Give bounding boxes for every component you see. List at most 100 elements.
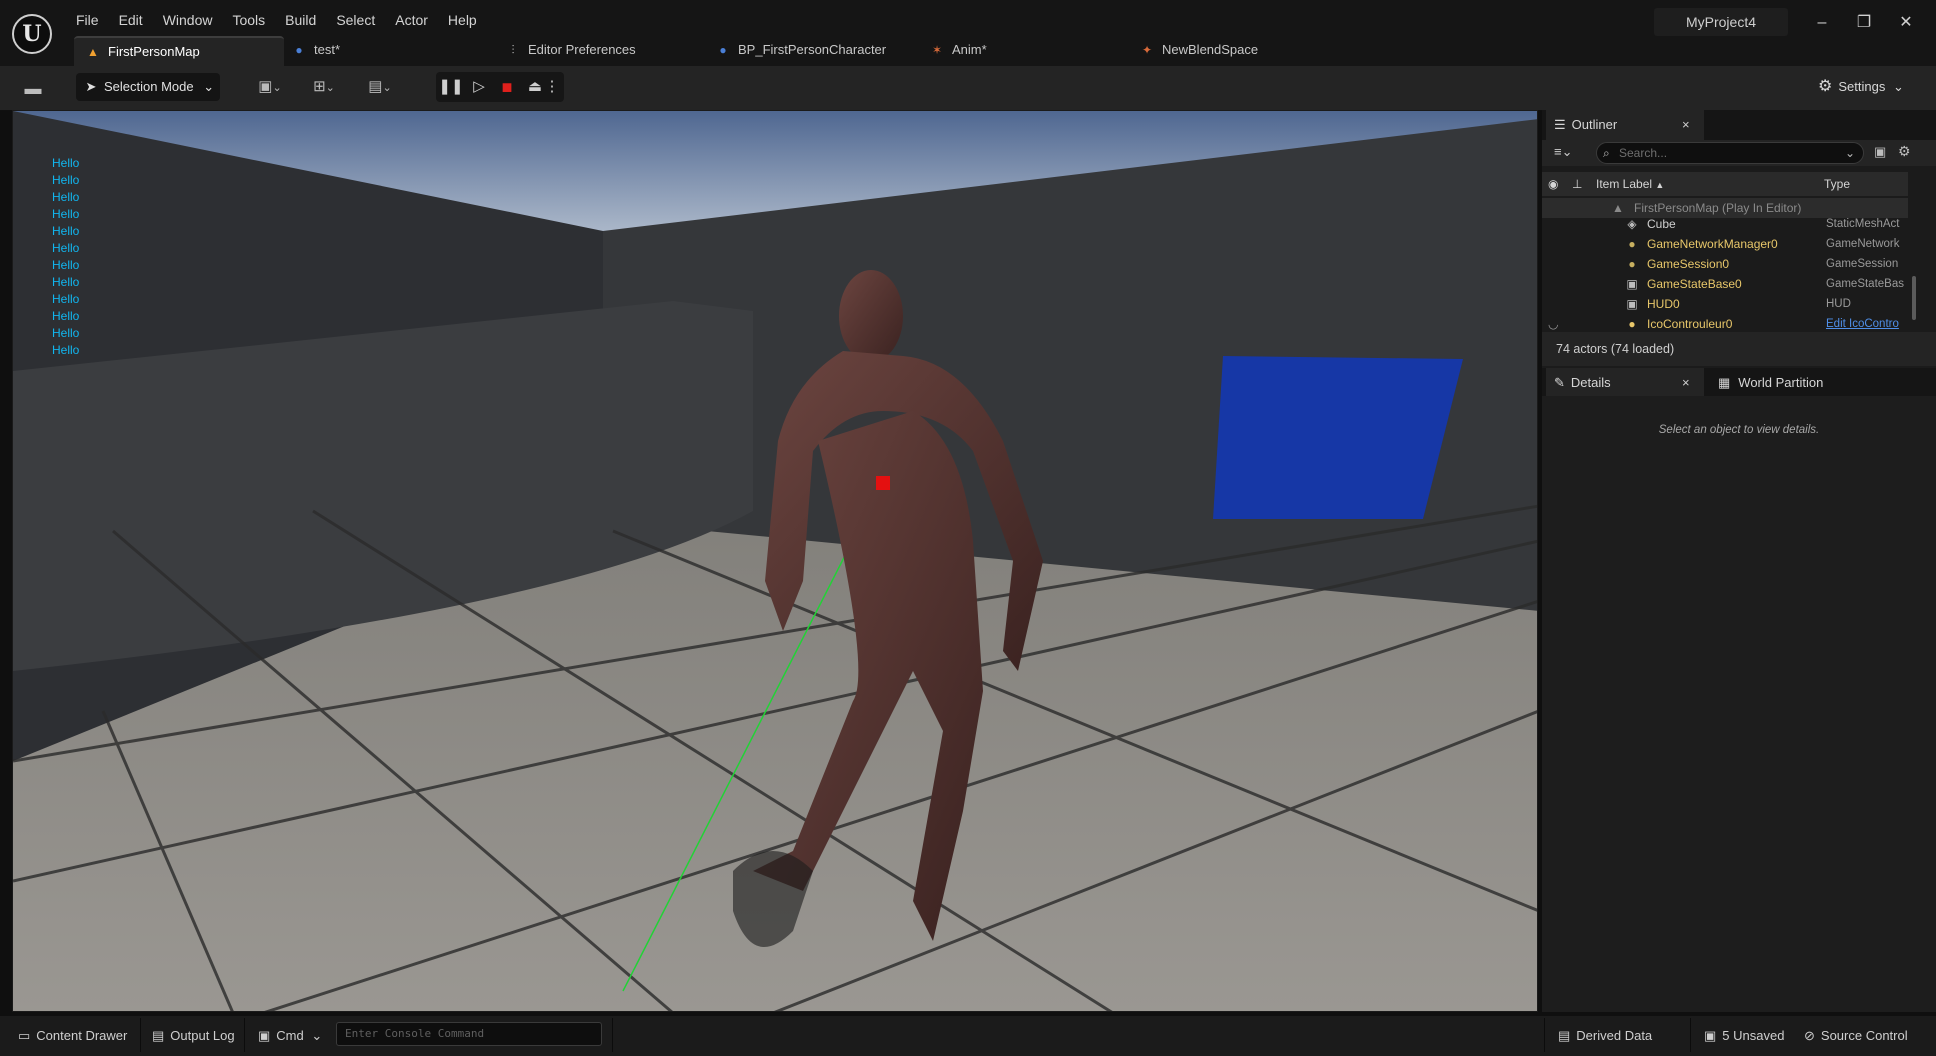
menu-build[interactable]: Build — [275, 10, 326, 30]
pause-button[interactable]: ❚❚ — [438, 72, 464, 102]
search-icon: ⌕ — [1603, 146, 1610, 160]
outliner-search-input[interactable]: ⌕ Search... ⌄ — [1596, 142, 1864, 164]
debug-print-line: Hello — [52, 326, 80, 340]
content-drawer-button[interactable]: ▭ Content Drawer — [18, 1022, 127, 1050]
tab-label: test* — [314, 42, 341, 57]
cursor-icon: ➤ — [85, 79, 97, 94]
divider — [1544, 1018, 1545, 1052]
source-control-button[interactable]: ⊘ Source Control — [1804, 1022, 1908, 1050]
output-log-label: Output Log — [170, 1028, 235, 1043]
visibility-eye-icon[interactable]: ◉ — [1548, 172, 1558, 196]
level-viewport[interactable]: Hello Hello Hello Hello Hello Hello Hell… — [12, 110, 1538, 1012]
tab-world-partition[interactable]: ▦ World Partition — [1710, 368, 1823, 398]
stop-button[interactable]: ■ — [494, 72, 520, 102]
tab-newblendspace[interactable]: ✦ NewBlendSpace — [1140, 36, 1258, 66]
terminal-icon: ▣ — [258, 1028, 271, 1043]
console-command-input[interactable]: Enter Console Command — [336, 1022, 602, 1046]
blueprint-icon: ● — [295, 43, 303, 57]
debug-print-line: Hello — [52, 258, 80, 272]
light-icon: ● — [1628, 317, 1636, 331]
pin-icon[interactable]: ⊥ — [1572, 172, 1582, 196]
tab-bp-firstpersoncharacter[interactable]: ● BP_FirstPersonCharacter — [716, 36, 886, 66]
cmd-dropdown[interactable]: ▣ Cmd ⌄ — [258, 1022, 322, 1050]
blendspace-icon: ✦ — [1141, 43, 1153, 57]
row-type: HUD — [1826, 298, 1851, 310]
source-control-icon: ⊘ — [1804, 1028, 1815, 1043]
divider — [140, 1018, 141, 1052]
menu-help[interactable]: Help — [438, 10, 487, 30]
row-type: StaticMeshAct — [1826, 218, 1900, 230]
debug-print-line: Hello — [52, 309, 80, 323]
edit-blueprint-link[interactable]: Edit IcoContro — [1826, 314, 1910, 334]
outliner-scrollbar[interactable] — [1912, 276, 1916, 320]
menu-tools[interactable]: Tools — [222, 10, 275, 30]
row-label: IcoControuleur0 — [1647, 317, 1733, 331]
row-type: GameStateBas — [1826, 278, 1904, 290]
debug-print-line: Hello — [52, 190, 80, 204]
close-details-icon[interactable]: × — [1682, 368, 1696, 398]
divider — [1690, 1018, 1691, 1052]
tab-firstpersonmap[interactable]: ▲ FirstPersonMap — [74, 36, 284, 66]
debug-print-line: Hello — [52, 173, 80, 187]
details-tabbar: ✎ Details × ▦ World Partition — [1542, 368, 1936, 398]
selection-mode-dropdown[interactable]: ➤ Selection Mode ⌄ — [76, 73, 220, 101]
table-row[interactable]: ● GameNetworkManager0 GameNetwork — [1542, 234, 1908, 254]
gear-icon[interactable]: ⚙ — [1898, 143, 1911, 160]
row-type: GameNetwork — [1826, 238, 1900, 250]
column-type[interactable]: Type — [1824, 172, 1850, 196]
project-name-badge: MyProject4 — [1654, 8, 1788, 36]
debug-print-line: Hello — [52, 343, 80, 357]
menu-select[interactable]: Select — [326, 10, 385, 30]
debug-print-line: Hello — [52, 241, 80, 255]
outliner-tab-label: Outliner — [1571, 117, 1618, 132]
actor-count: 74 actors (74 loaded) — [1556, 342, 1675, 356]
content-drawer-label: Content Drawer — [36, 1028, 128, 1043]
row-type: GameSession — [1826, 258, 1899, 270]
save-icon[interactable]: ▬ — [18, 76, 48, 102]
pencil-icon: ✎ — [1554, 375, 1565, 390]
menu-window[interactable]: Window — [153, 10, 223, 30]
play-options-button[interactable]: ⋮ — [542, 72, 562, 102]
visibility-eye-icon[interactable]: ◡ — [1548, 314, 1558, 334]
add-actor-icon[interactable]: ▣⌄ — [250, 74, 290, 100]
character-icon: ● — [719, 43, 727, 57]
table-row[interactable]: ◈ Cube StaticMeshAct — [1542, 214, 1908, 234]
close-outliner-icon[interactable]: × — [1682, 110, 1696, 140]
tab-test[interactable]: ● test* — [292, 36, 340, 66]
add-folder-icon[interactable]: ▣ — [1874, 144, 1886, 160]
tab-details[interactable]: ✎ Details — [1546, 368, 1704, 398]
filter-icon[interactable]: ≡⌄ — [1554, 144, 1572, 160]
map-icon: ▲ — [87, 45, 99, 59]
menu-actor[interactable]: Actor — [385, 10, 438, 30]
details-tab-label: Details — [1570, 375, 1611, 390]
play-controls: ❚❚ ▷ ■ ⏏ ⋮ — [436, 72, 564, 102]
close-window-button[interactable]: ✕ — [1893, 10, 1919, 36]
row-label: HUD0 — [1647, 297, 1680, 311]
step-frame-button[interactable]: ▷ — [466, 72, 492, 102]
menu-file[interactable]: File — [66, 10, 109, 30]
unsaved-button[interactable]: ▣ 5 Unsaved — [1704, 1022, 1784, 1050]
settings-button[interactable]: ⚙ Settings ⌄ — [1818, 74, 1912, 100]
menu-edit[interactable]: Edit — [109, 10, 153, 30]
tab-label: Editor Preferences — [528, 42, 636, 57]
outliner-column-header: ◉ ⊥ Item Label ▲ Type — [1542, 172, 1908, 196]
table-row[interactable]: ● GameSession0 GameSession — [1542, 254, 1908, 274]
chevron-down-icon: ⌄ — [1844, 146, 1855, 160]
output-log-button[interactable]: ▤ Output Log — [152, 1022, 235, 1050]
unreal-logo-icon[interactable]: U — [12, 14, 52, 54]
cmd-label: Cmd — [276, 1028, 304, 1043]
tab-editor-preferences[interactable]: ⫶ Editor Preferences — [506, 36, 636, 66]
table-row[interactable]: ▣ HUD0 HUD — [1542, 294, 1908, 314]
cinematics-icon[interactable]: ▤⌄ — [360, 74, 400, 100]
tab-anim[interactable]: ✶ Anim* — [930, 36, 987, 66]
minimize-button[interactable]: – — [1809, 10, 1835, 36]
settings-label: Settings — [1838, 79, 1886, 94]
column-item-label[interactable]: Item Label ▲ — [1596, 172, 1664, 197]
derived-data-button[interactable]: ▤ Derived Data — [1558, 1022, 1652, 1050]
tab-label: BP_FirstPersonCharacter — [738, 42, 887, 57]
restore-button[interactable]: ❐ — [1851, 10, 1877, 36]
table-row[interactable]: ◡ ● IcoControuleur0 Edit IcoContro — [1542, 314, 1908, 334]
blueprint-menu-icon[interactable]: ⊞⌄ — [304, 74, 344, 100]
tab-outliner[interactable]: ☰ Outliner — [1546, 110, 1704, 140]
table-row[interactable]: ▣ GameStateBase0 GameStateBas — [1542, 274, 1908, 294]
